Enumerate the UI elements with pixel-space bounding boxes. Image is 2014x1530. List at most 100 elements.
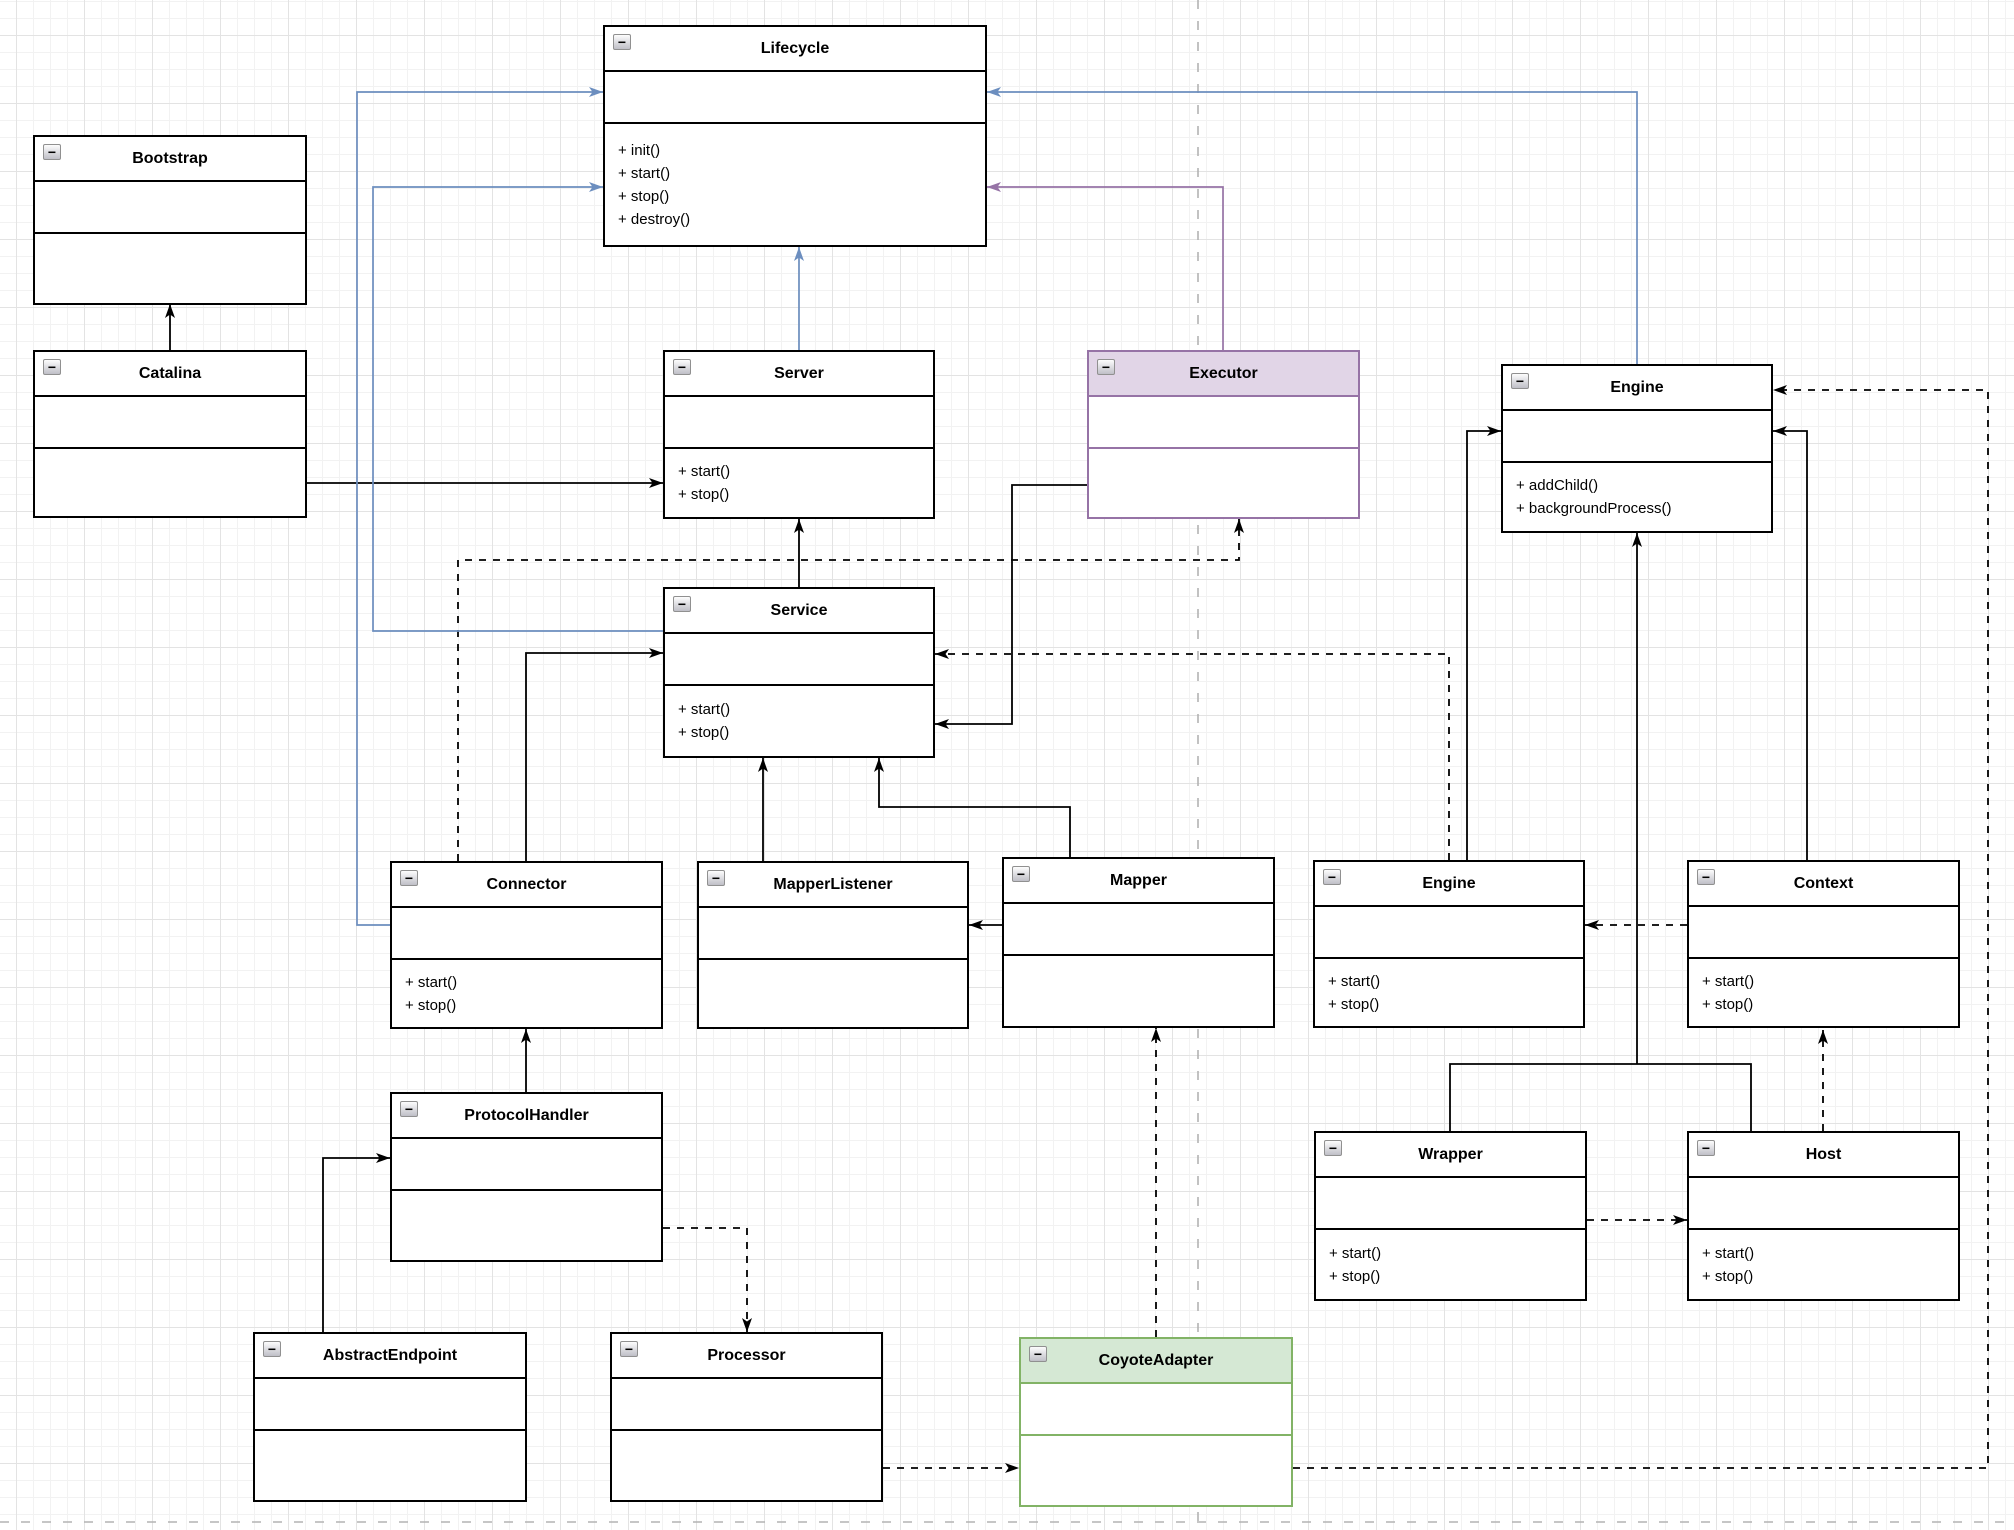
class-mapperlistener[interactable]: − MapperListener	[697, 861, 969, 1029]
collapse-icon[interactable]: −	[1029, 1346, 1047, 1362]
class-engine-bottom[interactable]: − Engine + start() + stop()	[1313, 860, 1585, 1028]
class-title-bar: − Wrapper	[1316, 1133, 1585, 1178]
class-title-bar: − CoyoteAdapter	[1021, 1339, 1291, 1384]
edge-executor-to-service[interactable]	[935, 485, 1088, 724]
methods-compartment: + start() + stop()	[665, 449, 933, 517]
edge-context-to-engine1[interactable]	[1773, 431, 1807, 860]
class-name: Processor	[707, 1347, 785, 1365]
attributes-compartment	[605, 72, 985, 124]
edge-connector-to-lifecycle[interactable]	[357, 92, 603, 925]
attributes-compartment	[35, 182, 305, 234]
edge-engine1-to-lifecycle[interactable]	[987, 92, 1637, 364]
edge-engine2-to-engine1[interactable]	[1467, 431, 1501, 860]
class-name: Bootstrap	[132, 150, 208, 168]
collapse-icon[interactable]: −	[263, 1341, 281, 1357]
attributes-compartment	[1089, 397, 1358, 449]
methods-compartment: + init() + start() + stop() + destroy()	[605, 124, 985, 245]
collapse-icon[interactable]: −	[400, 870, 418, 886]
class-name: Catalina	[139, 365, 201, 383]
method-item: + start()	[618, 162, 985, 185]
collapse-icon[interactable]: −	[673, 596, 691, 612]
edge-service-to-lifecycle[interactable]	[373, 187, 663, 631]
attributes-compartment	[1316, 1178, 1585, 1230]
collapse-icon[interactable]: −	[613, 34, 631, 50]
collapse-icon[interactable]: −	[400, 1101, 418, 1117]
class-title-bar: − Lifecycle	[605, 27, 985, 72]
method-item: + start()	[678, 698, 933, 721]
class-title-bar: − Mapper	[1004, 859, 1273, 904]
attributes-compartment	[392, 1139, 661, 1191]
class-processor[interactable]: − Processor	[610, 1332, 883, 1502]
class-title-bar: − Server	[665, 352, 933, 397]
class-name: Engine	[1422, 875, 1475, 893]
class-name: Server	[774, 365, 824, 383]
edge-executor-to-lifecycle[interactable]	[987, 187, 1223, 350]
collapse-icon[interactable]: −	[1324, 1140, 1342, 1156]
collapse-icon[interactable]: −	[1323, 869, 1341, 885]
attributes-compartment	[1689, 907, 1958, 959]
attributes-compartment	[699, 908, 967, 960]
method-item: + start()	[1328, 970, 1583, 993]
class-host[interactable]: − Host + start() + stop()	[1687, 1131, 1960, 1301]
class-executor[interactable]: − Executor	[1087, 350, 1360, 519]
methods-compartment	[392, 1191, 661, 1260]
attributes-compartment	[1315, 907, 1583, 959]
class-name: CoyoteAdapter	[1099, 1352, 1214, 1370]
class-name: Connector	[487, 876, 567, 894]
method-item: + stop()	[678, 721, 933, 744]
class-name: Executor	[1189, 365, 1257, 383]
method-item: + start()	[1329, 1242, 1585, 1265]
collapse-icon[interactable]: −	[43, 144, 61, 160]
collapse-icon[interactable]: −	[43, 359, 61, 375]
class-abstractendpoint[interactable]: − AbstractEndpoint	[253, 1332, 527, 1502]
method-item: + start()	[1702, 1242, 1958, 1265]
class-context[interactable]: − Context + start() + stop()	[1687, 860, 1960, 1028]
edge-connector-to-service[interactable]	[526, 653, 663, 861]
class-catalina[interactable]: − Catalina	[33, 350, 307, 518]
edge-protocolhandler-to-processor-dashed[interactable]	[663, 1228, 747, 1332]
edge-wrapper-host-bracket[interactable]	[1450, 1064, 1751, 1131]
collapse-icon[interactable]: −	[673, 359, 691, 375]
collapse-icon[interactable]: −	[1697, 869, 1715, 885]
class-connector[interactable]: − Connector + start() + stop()	[390, 861, 663, 1029]
class-name: Host	[1806, 1146, 1842, 1164]
methods-compartment: + start() + stop()	[392, 960, 661, 1027]
method-item: + stop()	[405, 994, 661, 1017]
class-title-bar: − Bootstrap	[35, 137, 305, 182]
method-item: + stop()	[618, 185, 985, 208]
methods-compartment: + start() + stop()	[1689, 1230, 1958, 1299]
class-mapper[interactable]: − Mapper	[1002, 857, 1275, 1028]
class-server[interactable]: − Server + start() + stop()	[663, 350, 935, 519]
class-protocolhandler[interactable]: − ProtocolHandler	[390, 1092, 663, 1262]
class-lifecycle[interactable]: − Lifecycle + init() + start() + stop() …	[603, 25, 987, 247]
collapse-icon[interactable]: −	[1012, 866, 1030, 882]
class-title-bar: − Connector	[392, 863, 661, 908]
class-name: ProtocolHandler	[464, 1107, 588, 1125]
attributes-compartment	[612, 1379, 881, 1431]
methods-compartment	[35, 234, 305, 303]
collapse-icon[interactable]: −	[1097, 359, 1115, 375]
class-name: AbstractEndpoint	[323, 1347, 457, 1365]
method-item: + start()	[1702, 970, 1958, 993]
class-bootstrap[interactable]: − Bootstrap	[33, 135, 307, 305]
edge-mapper-to-service[interactable]	[879, 758, 1070, 857]
methods-compartment: + start() + stop()	[1689, 959, 1958, 1026]
edge-abstractendpoint-to-protocolhandler[interactable]	[323, 1158, 390, 1332]
method-item: + stop()	[1329, 1265, 1585, 1288]
method-item: + stop()	[1702, 1265, 1958, 1288]
class-name: Engine	[1610, 379, 1663, 397]
class-wrapper[interactable]: − Wrapper + start() + stop()	[1314, 1131, 1587, 1301]
attributes-compartment	[1689, 1178, 1958, 1230]
class-engine-top[interactable]: − Engine + addChild() + backgroundProces…	[1501, 364, 1773, 533]
collapse-icon[interactable]: −	[1697, 1140, 1715, 1156]
collapse-icon[interactable]: −	[620, 1341, 638, 1357]
attributes-compartment	[665, 634, 933, 686]
class-service[interactable]: − Service + start() + stop()	[663, 587, 935, 758]
collapse-icon[interactable]: −	[1511, 373, 1529, 389]
class-title-bar: − Service	[665, 589, 933, 634]
collapse-icon[interactable]: −	[707, 870, 725, 886]
attributes-compartment	[1021, 1384, 1291, 1436]
class-name: Wrapper	[1418, 1146, 1483, 1164]
methods-compartment	[255, 1431, 525, 1500]
class-coyoteadapter[interactable]: − CoyoteAdapter	[1019, 1337, 1293, 1507]
